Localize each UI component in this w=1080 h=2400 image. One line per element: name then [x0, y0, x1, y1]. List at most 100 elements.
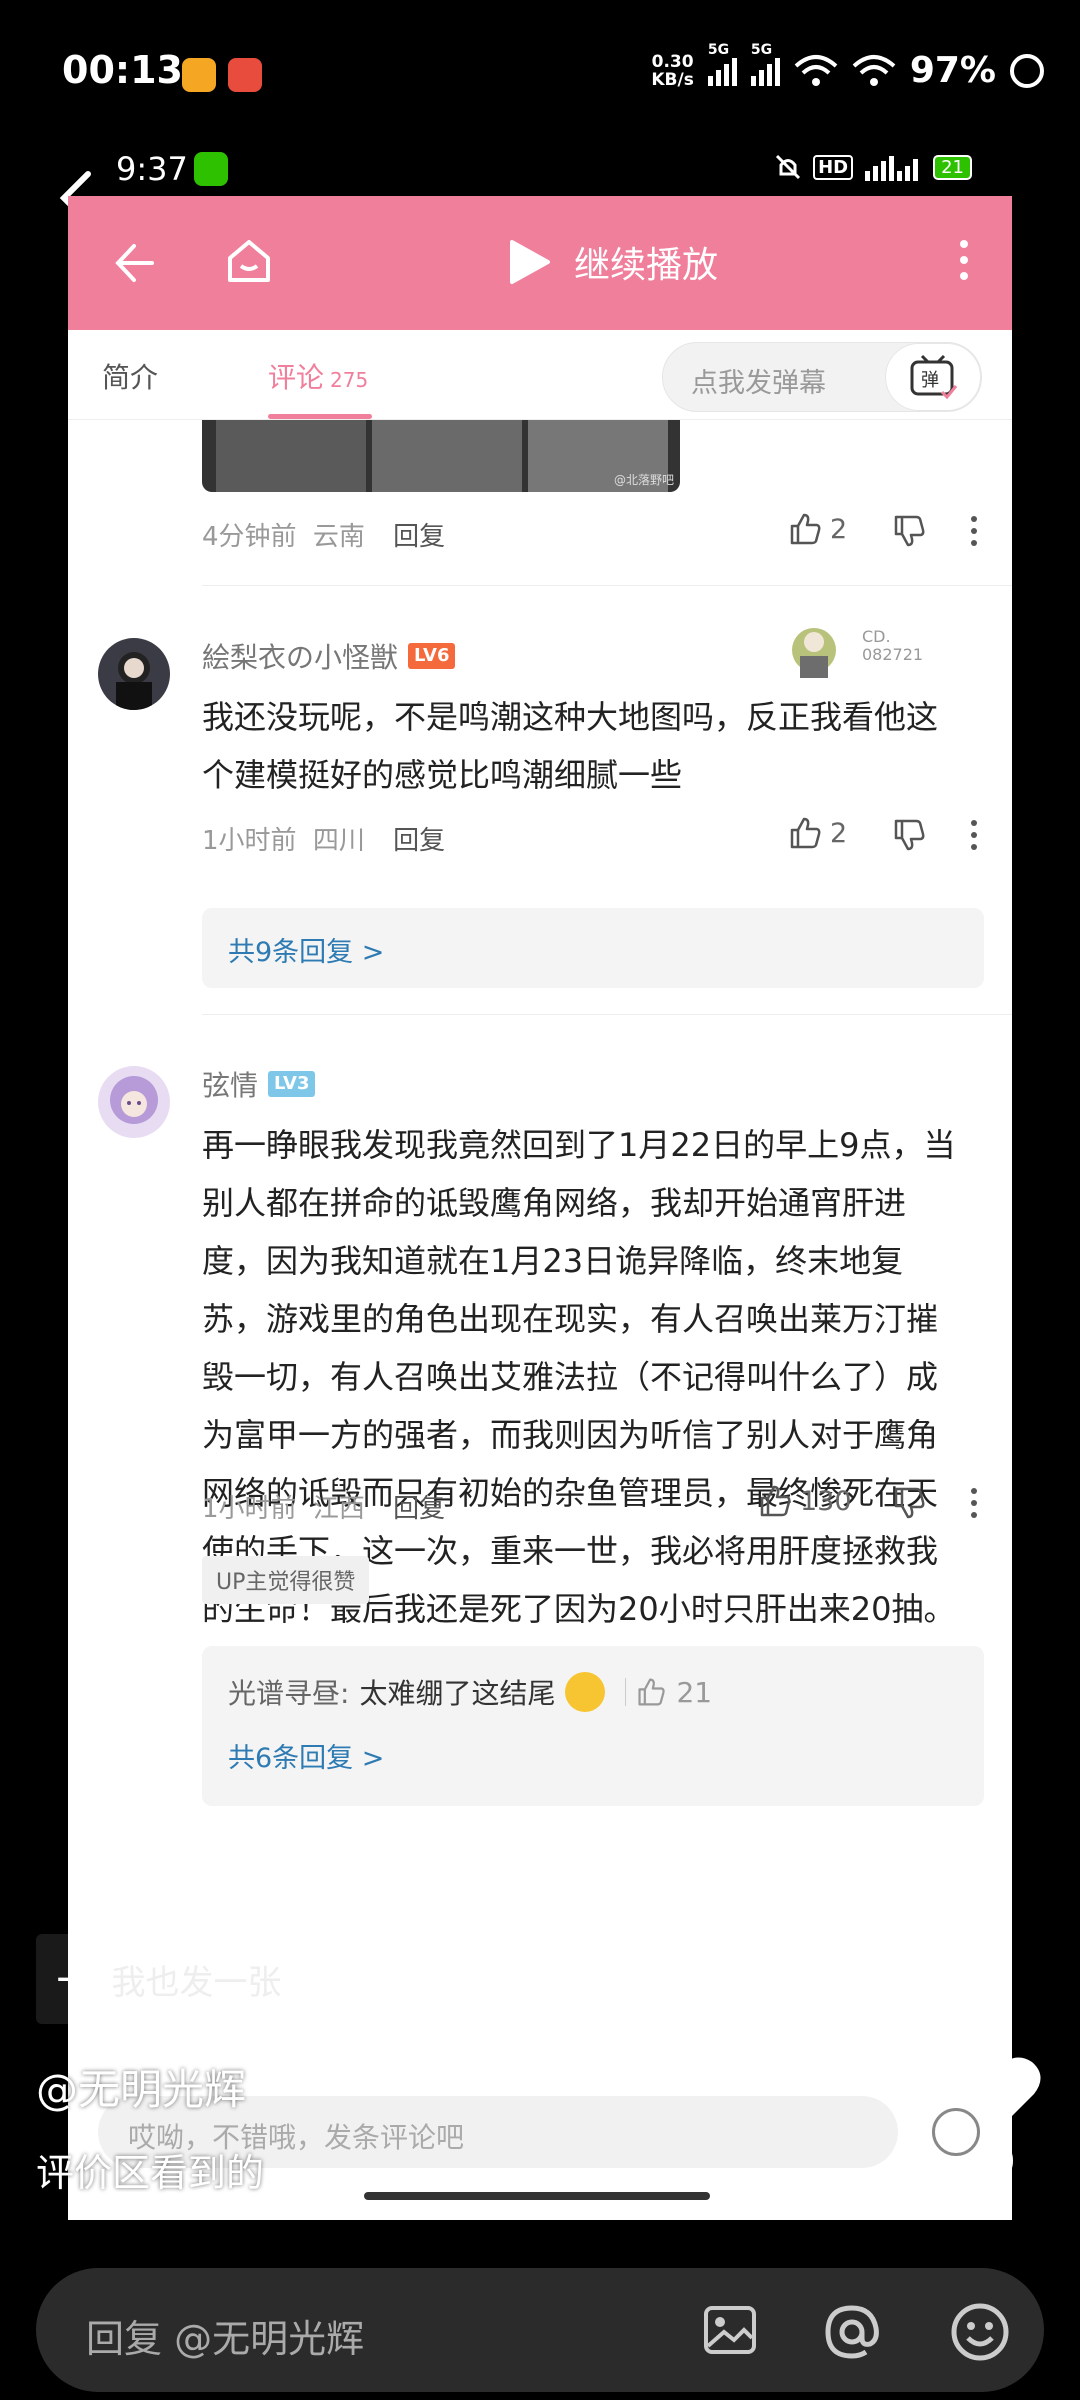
comment-more-icon[interactable] [971, 1488, 979, 1518]
reply-input-placeholder: 回复 @无明光辉 [86, 2317, 365, 2361]
fan-card[interactable] [782, 620, 852, 682]
mention-icon[interactable] [820, 2300, 884, 2364]
avatar[interactable] [98, 1066, 170, 1138]
post-also-button[interactable]: + 我也发一张 [36, 1934, 556, 2024]
outer-status-bar: 00:13 0.30 KB/s 5G 5G 97% [0, 0, 1080, 150]
comment-location: 江西 [312, 1494, 365, 1524]
more-options-icon[interactable] [960, 240, 972, 280]
sub-reply-likes: 21 [676, 1675, 713, 1709]
comment-text: 我还没玩呢，不是鸣潮这种大地图吗，反正我看他这个建模挺好的感觉比鸣潮细腻一些 [202, 698, 939, 794]
username-row: 絵梨衣の小怪獣 LV6 [202, 636, 456, 676]
net-speed-value: 0.30 [651, 51, 694, 72]
post-description: 评价区看到的 [36, 2151, 265, 2195]
like-count: 2 [830, 817, 848, 849]
reply-button[interactable]: 回复 [393, 1494, 445, 1524]
like-button[interactable]: 2 [788, 816, 847, 850]
replies-box[interactable]: 共9条回复 > [202, 908, 984, 988]
replies-box[interactable]: 光谱寻昼: 太难绷了这结尾 21 共6条回复 > [202, 1646, 984, 1806]
comment-image[interactable]: @北落野吧 [202, 420, 680, 492]
home-indicator [364, 2192, 710, 2200]
net-speed: 0.30 KB/s [651, 53, 693, 89]
username[interactable]: 弦情 [202, 1064, 258, 1104]
outer-clock: 00:13 [62, 48, 183, 92]
tab-comments[interactable]: 评论 275 [268, 356, 368, 396]
emoji-icon[interactable] [948, 2300, 1012, 2364]
divider [202, 1014, 1012, 1015]
battery-icon: 21 [933, 154, 972, 180]
wifi-icon [852, 54, 896, 86]
comment-more-icon[interactable] [971, 820, 979, 850]
divider [202, 585, 1012, 586]
play-icon [510, 240, 550, 284]
username-row: 弦情 LV3 [202, 1064, 316, 1104]
comment-text: 再一睁眼我发现我竟然回到了1月22日的早上9点，当别人都在拼命的诋毁鹰角网络，我… [202, 1116, 962, 1696]
danmaku-input[interactable]: 点我发弹幕 弹 [662, 342, 982, 412]
active-tab-indicator [268, 414, 372, 419]
comment-location: 四川 [312, 826, 365, 856]
comment-meta: 4分钟前 云南 回复 [202, 516, 445, 553]
image-panel [216, 420, 366, 492]
comment-meta: 1小时前 四川 回复 [202, 820, 445, 857]
post-also-label: 我也发一张 [111, 1962, 282, 2003]
fan-card-number: CD. 082721 [862, 628, 923, 664]
signal-icon [865, 156, 919, 181]
comment-meta: 1小时前 江西 回复 [202, 1488, 445, 1525]
net-speed-unit: KB/s [651, 69, 694, 90]
danmaku-placeholder: 点我发弹幕 [691, 368, 826, 399]
signal-label: 5G [707, 41, 730, 58]
svg-text:弹: 弹 [921, 370, 939, 391]
image-icon[interactable] [700, 2300, 760, 2360]
thumbs-down-icon[interactable] [892, 1486, 926, 1520]
comments-count: 275 [330, 368, 369, 392]
thumbs-up-icon [790, 817, 821, 849]
heart-icon[interactable] [948, 2052, 1044, 2136]
like-button[interactable]: 130 [758, 1484, 852, 1518]
avatar[interactable] [98, 638, 170, 710]
home-icon[interactable] [224, 236, 274, 286]
view-replies-link[interactable]: 共9条回复 > [228, 930, 384, 969]
comment-more-icon[interactable] [971, 516, 979, 546]
back-arrow-icon[interactable] [112, 240, 158, 286]
inner-clock: 9:37 [116, 150, 188, 188]
avatar-image [110, 1076, 158, 1124]
reply-button[interactable]: 回复 [393, 826, 445, 856]
view-replies-link[interactable]: 共6条回复 > [228, 1736, 384, 1775]
fan-card-prefix: CD. [862, 627, 891, 646]
thumbs-up-icon[interactable] [636, 1677, 666, 1707]
signal-label: 5G [750, 41, 773, 58]
author-name[interactable]: @无明光辉 [36, 2056, 246, 2117]
thumbs-down-icon[interactable] [892, 818, 926, 852]
like-count: 130 [800, 1485, 852, 1517]
top-bar: 继续播放 [68, 196, 1012, 330]
comment-time: 1小时前 [202, 1494, 297, 1524]
signal-icon: 5G [750, 42, 780, 86]
sub-reply[interactable]: 光谱寻昼: 太难绷了这结尾 21 [228, 1672, 712, 1712]
tab-comments-label: 评论 [268, 361, 325, 394]
fan-card-image [792, 628, 836, 678]
reply-input-bar[interactable]: 回复 @无明光辉 [36, 2268, 1044, 2392]
comment-time: 1小时前 [202, 826, 297, 856]
plus-icon: + [54, 1956, 88, 2002]
tab-intro[interactable]: 简介 [102, 356, 158, 396]
continue-play-label: 继续播放 [574, 245, 719, 286]
like-button[interactable]: 2 [788, 512, 847, 546]
image-watermark: @北落野吧 [613, 473, 674, 487]
comment-text-body: 再一睁眼我发现我竟然回到了1月22日的早上9点，当别人都在拼命的诋毁鹰角网络，我… [202, 1126, 956, 1628]
reply-button[interactable]: 回复 [393, 522, 445, 552]
thumbs-up-icon [760, 1485, 791, 1517]
danmaku-toggle-button[interactable]: 弹 [885, 343, 981, 411]
continue-play-button[interactable]: 继续播放 [508, 236, 718, 288]
comment-time: 4分钟前 [202, 522, 297, 552]
app-notification-icon [182, 58, 216, 92]
heart-count: 60 [972, 2142, 1016, 2182]
thumbs-down-icon[interactable] [892, 514, 926, 548]
avatar-image [116, 652, 152, 710]
danmaku-tv-icon: 弹 [910, 354, 958, 400]
tab-bar: 简介 评论 275 点我发弹幕 弹 [68, 330, 1012, 420]
laugh-cry-emoji-icon [565, 1672, 606, 1712]
signal-icon: 5G [707, 42, 737, 86]
username[interactable]: 絵梨衣の小怪獣 [202, 636, 398, 676]
level-badge: LV6 [408, 643, 456, 669]
battery-percent: 97% [909, 50, 996, 91]
sub-reply-separator [625, 1678, 627, 1706]
